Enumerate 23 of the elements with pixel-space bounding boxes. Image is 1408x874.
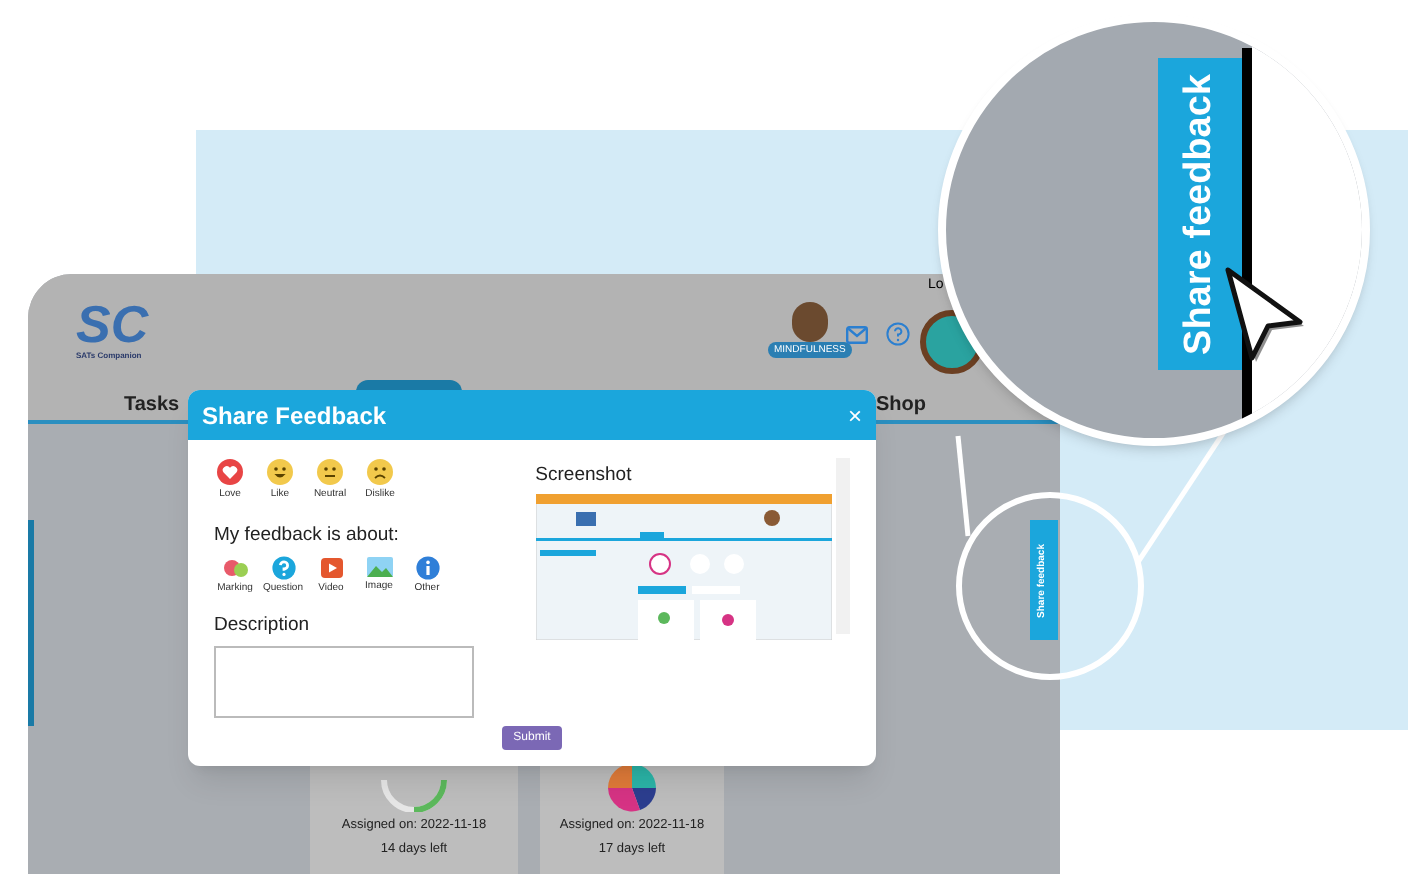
question-icon [271, 555, 295, 580]
pie-chart-drawing [606, 764, 658, 812]
video-icon [319, 555, 343, 580]
dialog-title: Share Feedback [202, 399, 387, 433]
nav-tab[interactable]: Tasks [124, 390, 180, 420]
face-icon [366, 458, 394, 486]
avatar-placeholder [791, 302, 828, 342]
help-icon[interactable] [886, 322, 910, 346]
connector-line [955, 435, 971, 537]
nav-tab[interactable]: Shop [876, 390, 926, 420]
image-icon [365, 555, 393, 578]
info-icon [415, 555, 439, 580]
ring-chart-drawing [380, 780, 448, 812]
cursor-icon [1220, 262, 1308, 366]
face-icon [316, 458, 344, 486]
logo-mark: SC [76, 298, 149, 350]
screenshot-label: Screenshot [535, 462, 634, 490]
description-label: Description [214, 612, 312, 641]
face-icon [266, 458, 294, 486]
about-heading: My feedback is about: [214, 521, 401, 549]
marking-icon [221, 555, 249, 580]
mail-icon[interactable] [846, 326, 868, 344]
description-field[interactable] [214, 645, 474, 717]
